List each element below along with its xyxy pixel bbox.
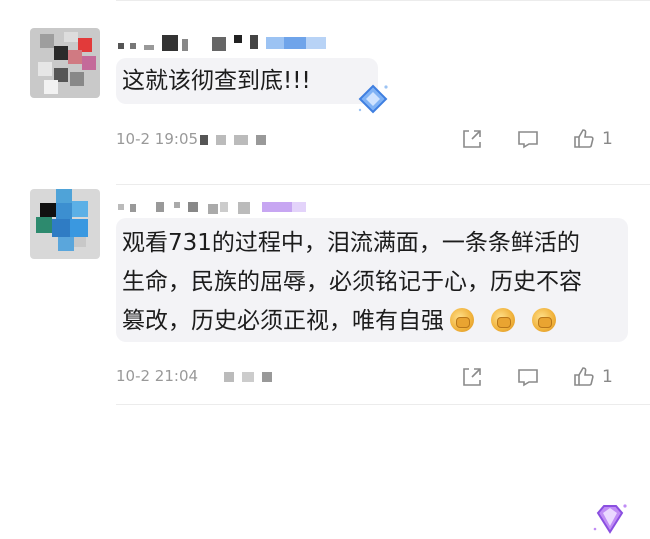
- comment-bubble: 观看731的过程中，泪流满面，一条条鲜活的 生命，民族的屈辱，必须铭记于心，历史…: [116, 218, 628, 342]
- share-icon: [463, 368, 481, 386]
- diamond-badge-icon: [358, 84, 388, 114]
- comment-item: 这就该彻查到底!!! 10-2 19:05 1: [0, 0, 650, 184]
- bottom-divider: [116, 404, 650, 405]
- comment-icon: [518, 131, 538, 149]
- gem-badge-icon: [593, 504, 627, 534]
- avatar[interactable]: [30, 189, 100, 259]
- reply-button[interactable]: [516, 365, 540, 389]
- timestamp: 10-2 19:05: [116, 130, 199, 148]
- comment-text: 这就该彻查到底!!!: [122, 68, 311, 94]
- comment-icon: [518, 369, 538, 387]
- avatar[interactable]: [30, 28, 100, 98]
- comment-text-line: 观看731的过程中，泪流满面，一条条鲜活的: [122, 230, 580, 256]
- fist-emoji-icon: [491, 307, 515, 332]
- comment-actions: 1: [460, 127, 630, 151]
- comment-actions: 1: [460, 365, 630, 389]
- like-count: 1: [602, 367, 613, 387]
- reply-button[interactable]: [516, 127, 540, 151]
- like-button[interactable]: 1: [572, 365, 613, 389]
- fist-emoji-icon: [532, 307, 556, 332]
- like-button[interactable]: 1: [572, 127, 613, 151]
- share-button[interactable]: [460, 127, 484, 151]
- fist-emoji-icon: [450, 307, 474, 332]
- timestamp: 10-2 21:04: [116, 367, 199, 385]
- comment-text-line-content: 篡改，历史必须正视，唯有自强: [122, 308, 444, 334]
- comment-meta: 10-2 21:04: [116, 367, 273, 385]
- like-count: 1: [602, 129, 613, 149]
- comment-item: 观看731的过程中，泪流满面，一条条鲜活的 生命，民族的屈辱，必须铭记于心，历史…: [0, 185, 650, 534]
- thumbs-up-icon: [574, 129, 594, 148]
- comment-text-line: 生命，民族的屈辱，必须铭记于心，历史不容: [122, 269, 582, 295]
- comment-bubble: 这就该彻查到底!!!: [116, 58, 378, 104]
- thumbs-up-icon: [574, 367, 594, 386]
- share-icon: [463, 130, 481, 148]
- comment-meta: 10-2 19:05: [116, 130, 267, 148]
- share-button[interactable]: [460, 365, 484, 389]
- comment-text-line: 篡改，历史必须正视，唯有自强: [122, 302, 559, 341]
